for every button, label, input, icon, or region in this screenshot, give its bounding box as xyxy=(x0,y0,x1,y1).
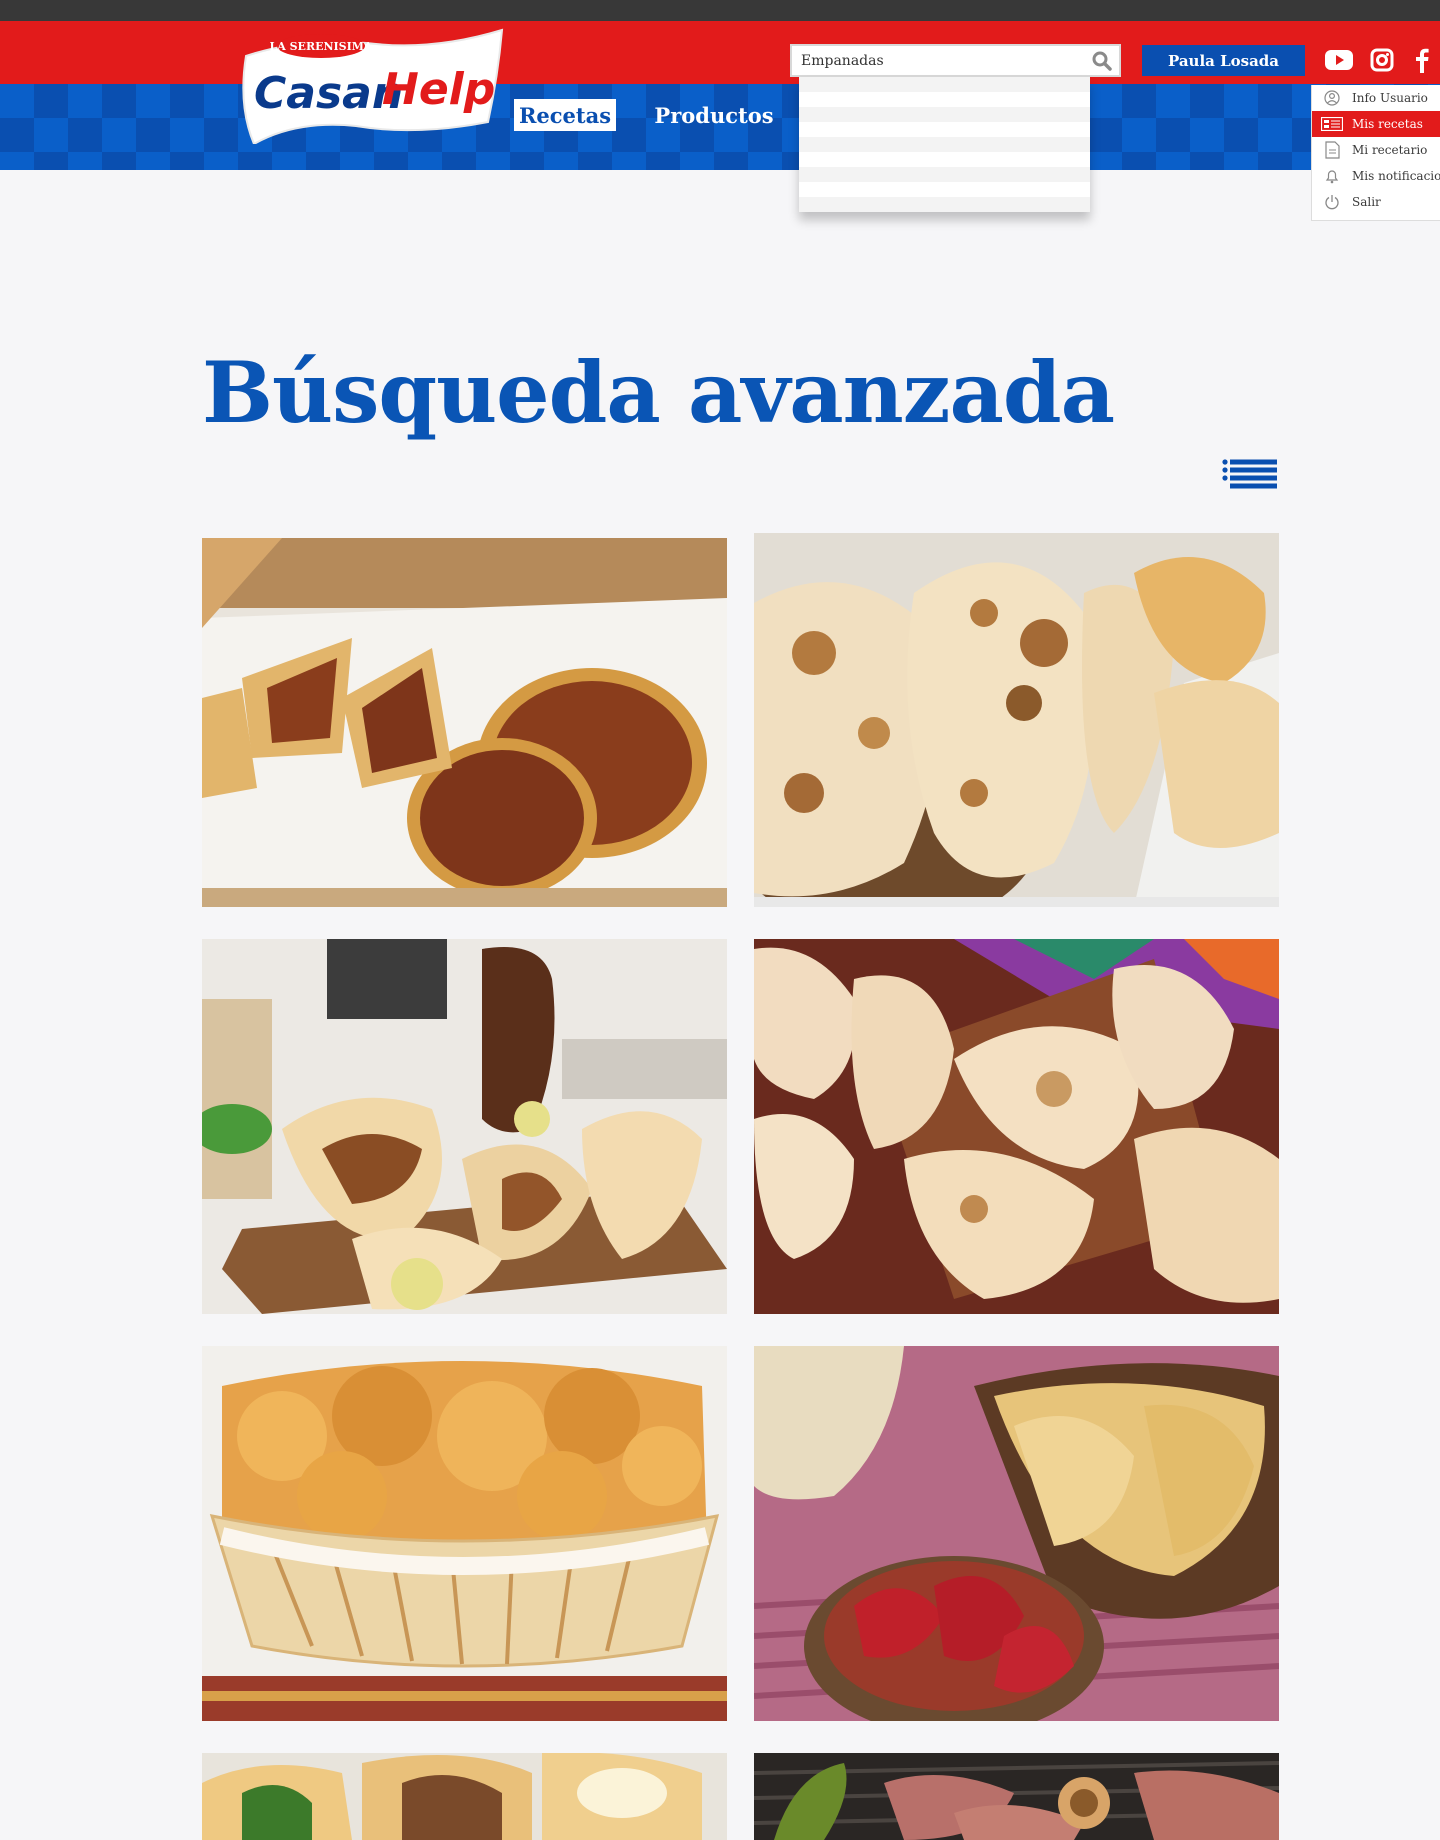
recipe-card[interactable] xyxy=(202,1753,727,1840)
menu-item-mis-recetas[interactable]: Mis recetas xyxy=(1312,111,1440,137)
recipe-card[interactable] xyxy=(754,533,1279,907)
user-menu-button[interactable]: Paula Losada xyxy=(1142,45,1305,76)
recipe-card[interactable] xyxy=(202,1346,727,1721)
search-suggestions-dropdown xyxy=(799,77,1090,212)
suggestion-item[interactable] xyxy=(799,122,1090,137)
suggestion-item[interactable] xyxy=(799,77,1090,92)
menu-item-label: Salir xyxy=(1352,195,1381,209)
menu-item-info-usuario[interactable]: Info Usuario xyxy=(1312,85,1440,111)
recipe-card[interactable] xyxy=(754,939,1279,1314)
search-box xyxy=(790,44,1121,77)
menu-item-mis-notificaciones[interactable]: Mis notificaciones xyxy=(1312,163,1440,189)
search-icon[interactable] xyxy=(1085,46,1119,75)
recipe-image-parrilla xyxy=(754,1753,1279,1840)
casanhelp-logo[interactable]: LA SERENISIMA Casan Help xyxy=(236,26,508,146)
search-input[interactable] xyxy=(792,46,1085,75)
recipe-image-empanadas-abiertas xyxy=(202,1753,727,1840)
recipe-book-icon xyxy=(1312,141,1352,159)
bell-icon xyxy=(1312,168,1352,184)
page-title: Búsqueda avanzada xyxy=(202,343,1115,442)
recipe-card[interactable] xyxy=(202,538,727,907)
recipe-card[interactable] xyxy=(754,1753,1279,1840)
logo-brand-small: LA SERENISIMA xyxy=(270,40,373,53)
recipe-image-empanadas-fritas xyxy=(202,1346,727,1721)
menu-item-label: Mis recetas xyxy=(1352,117,1423,131)
menu-item-mi-recetario[interactable]: Mi recetario xyxy=(1312,137,1440,163)
list-view-icon[interactable] xyxy=(1222,458,1278,490)
nav-recetas[interactable]: Recetas xyxy=(514,99,616,131)
browser-top-strip xyxy=(0,0,1440,21)
menu-item-salir[interactable]: Salir xyxy=(1312,189,1440,215)
recipe-image-empanadas-canasta xyxy=(754,1346,1279,1721)
instagram-icon[interactable] xyxy=(1367,45,1397,75)
menu-item-label: Mi recetario xyxy=(1352,143,1428,157)
menu-item-label: Info Usuario xyxy=(1352,91,1428,105)
suggestion-item[interactable] xyxy=(799,167,1090,182)
recipe-card[interactable] xyxy=(202,939,727,1314)
suggestion-item[interactable] xyxy=(799,182,1090,197)
recipe-card[interactable] xyxy=(754,1346,1279,1721)
recipes-icon xyxy=(1312,117,1352,131)
suggestion-item[interactable] xyxy=(799,197,1090,212)
recipe-image-empanadas-repulgue xyxy=(754,939,1279,1314)
logo-text-casan: Casan xyxy=(254,68,403,119)
youtube-icon[interactable] xyxy=(1324,45,1354,75)
nav-productos[interactable]: Productos xyxy=(652,99,776,131)
user-icon xyxy=(1312,90,1352,106)
recipe-image-empanadas-horno xyxy=(754,533,1279,907)
power-icon xyxy=(1312,194,1352,210)
suggestion-item[interactable] xyxy=(799,107,1090,122)
user-dropdown-menu: Info Usuario Mis recetas Mi recetario Mi… xyxy=(1311,85,1440,221)
suggestion-item[interactable] xyxy=(799,92,1090,107)
recipe-image-empanadas-tabla xyxy=(202,939,727,1314)
facebook-icon[interactable] xyxy=(1411,45,1433,75)
logo-text-help: Help xyxy=(382,64,495,115)
recipe-image-sfijas xyxy=(202,538,727,907)
menu-item-label: Mis notificaciones xyxy=(1352,169,1440,183)
suggestion-item[interactable] xyxy=(799,137,1090,152)
suggestion-item[interactable] xyxy=(799,152,1090,167)
